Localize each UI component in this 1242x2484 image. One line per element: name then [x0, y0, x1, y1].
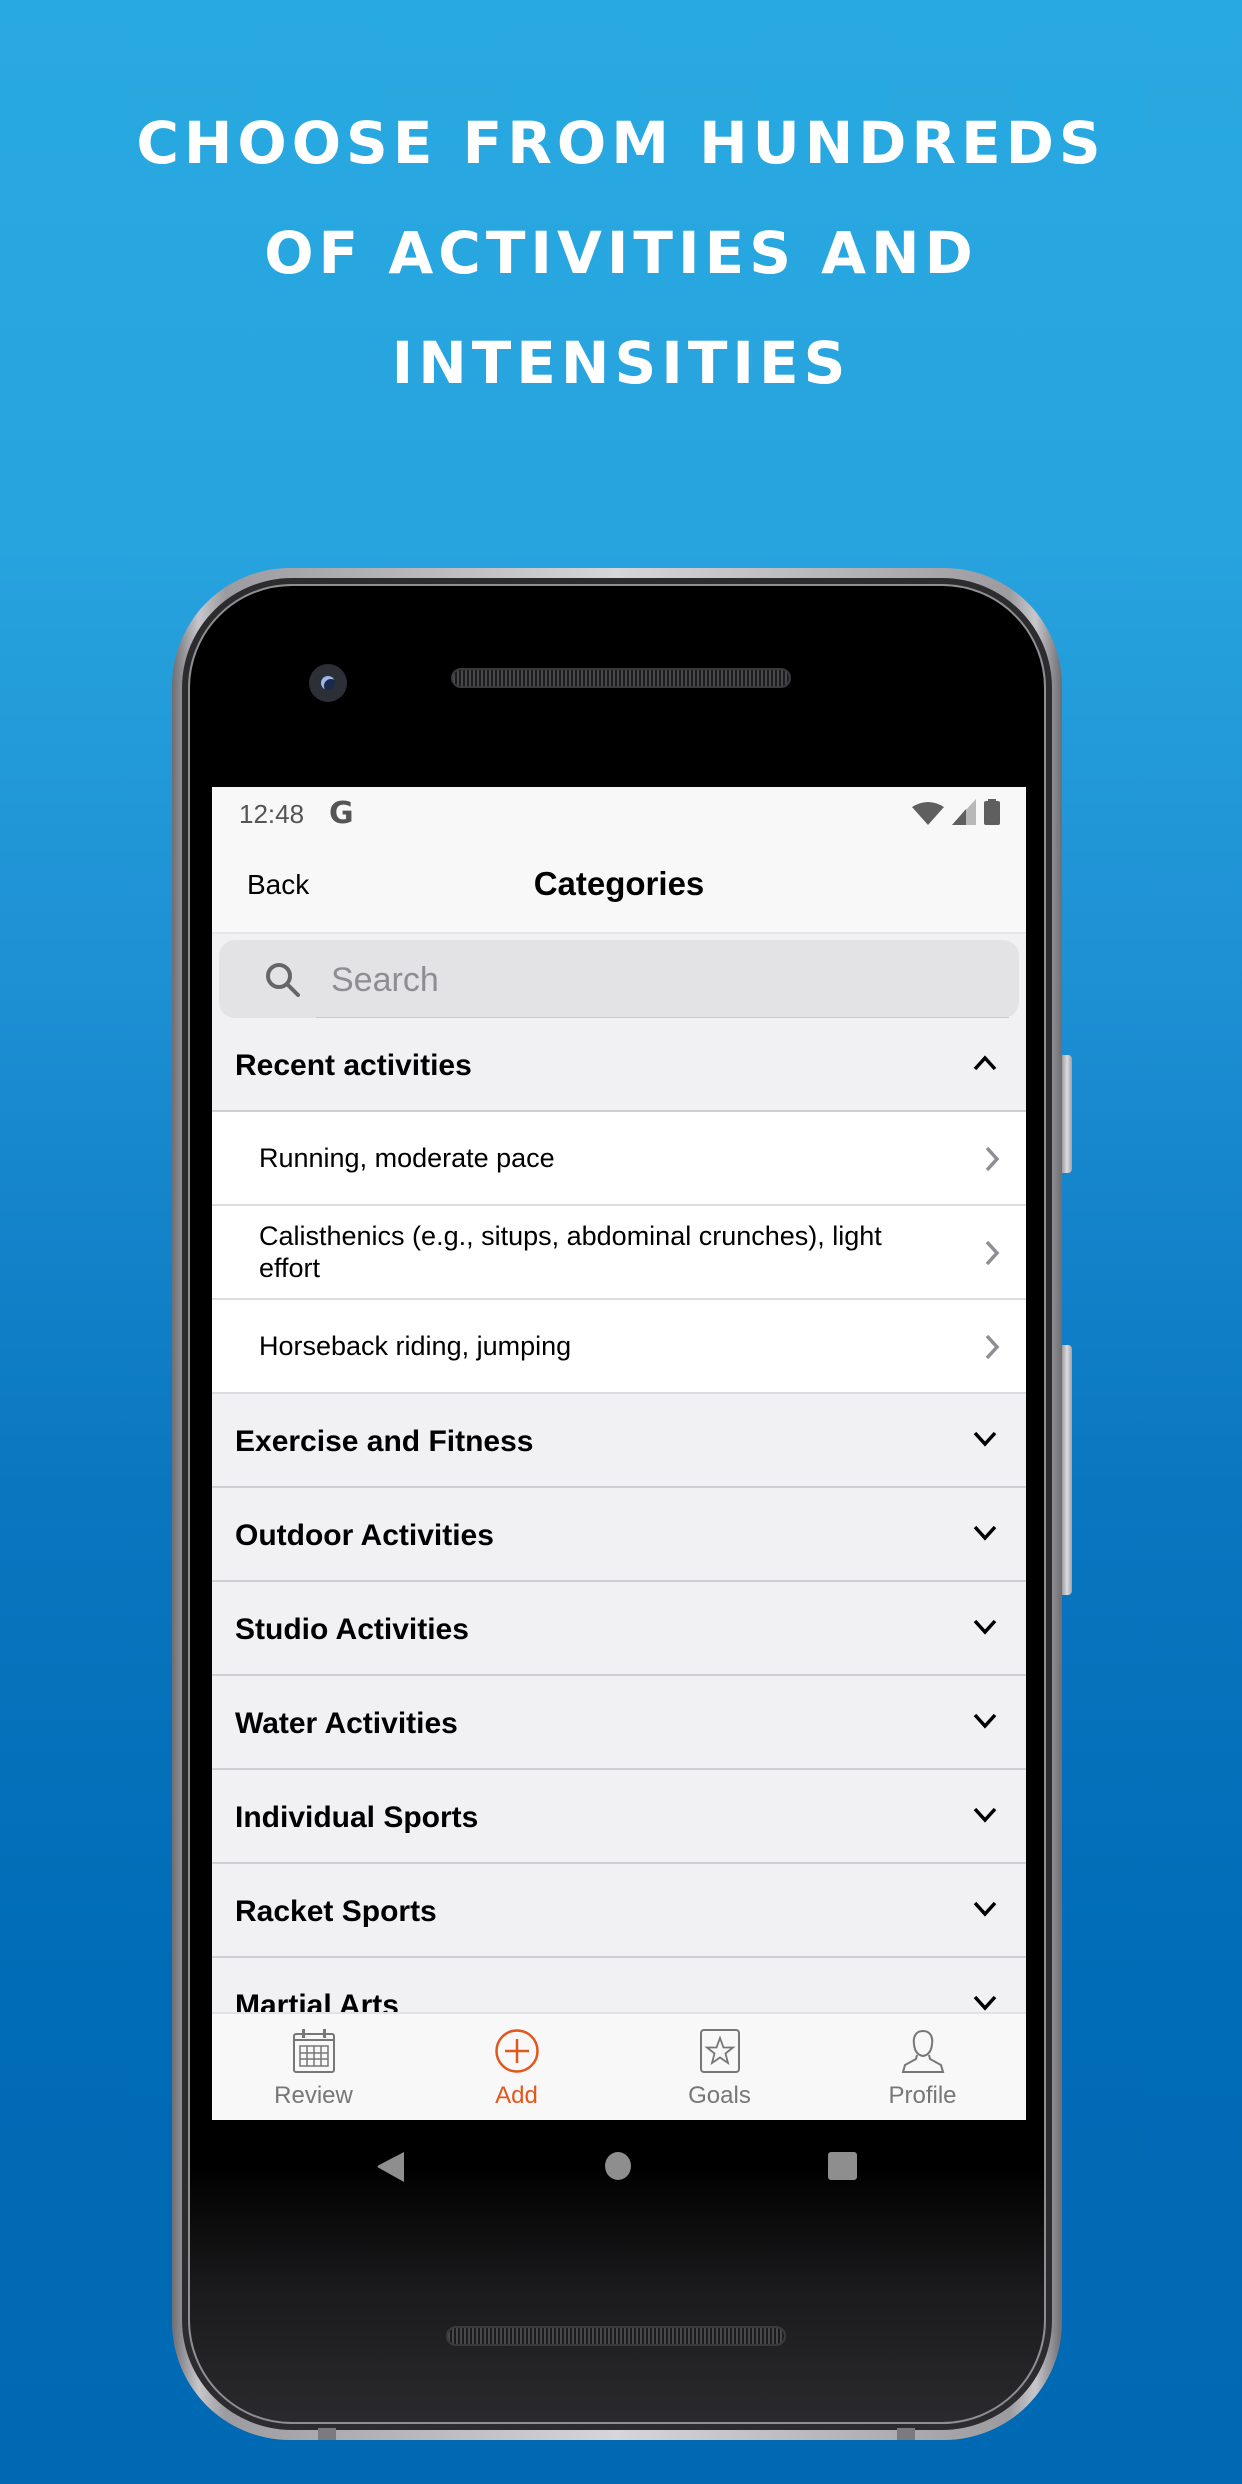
recents-square-icon[interactable] — [828, 2150, 858, 2180]
section-title: Outdoor Activities — [235, 1519, 494, 1552]
tab-review[interactable]: Review — [212, 2014, 415, 2120]
headline-line-3: INTENSITIES — [391, 329, 851, 397]
bottom-speaker — [446, 2326, 786, 2346]
section-title: Individual Sports — [235, 1801, 479, 1834]
section-title: Recent activities — [235, 1049, 472, 1082]
search-icon — [266, 963, 300, 997]
chevron-down-icon — [973, 1901, 997, 1917]
search-bar[interactable] — [219, 940, 1019, 1019]
back-triangle-icon[interactable] — [376, 2150, 406, 2184]
google-g-icon: G — [329, 796, 354, 831]
status-bar: 12:48 G — [212, 787, 1026, 835]
section-header-recent-activities[interactable]: Recent activities — [212, 1018, 1026, 1112]
chevron-down-icon — [973, 1713, 997, 1729]
section-header-water-activities[interactable]: Water Activities — [212, 1676, 1026, 1770]
navigation-bar: Back Categories — [212, 835, 1026, 934]
chevron-down-icon — [973, 1619, 997, 1635]
section-header-studio-activities[interactable]: Studio Activities — [212, 1582, 1026, 1676]
app-screen: 12:48 G Back Categories Search Recent ac… — [212, 787, 1026, 2120]
section-header-exercise-and-fitness[interactable]: Exercise and Fitness — [212, 1394, 1026, 1488]
section-header-outdoor-activities[interactable]: Outdoor Activities — [212, 1488, 1026, 1582]
tab-label: Profile — [888, 2082, 957, 2109]
activity-label: Horseback riding, jumping — [259, 1331, 572, 1361]
section-title: Racket Sports — [235, 1895, 437, 1928]
headline-line-2: OF ACTIVITIES AND — [264, 219, 978, 287]
promo-headline: CHOOSE FROM HUNDREDS OF ACTIVITIES AND I… — [0, 88, 1242, 418]
home-circle-icon[interactable] — [603, 2150, 633, 2180]
bottom-tab-bar: Review Add Goals Profile — [212, 2012, 1026, 2120]
section-title: Exercise and Fitness — [235, 1425, 534, 1458]
section-title: Studio Activities — [235, 1613, 469, 1646]
star-card-icon — [699, 2029, 740, 2073]
chevron-up-icon — [973, 1055, 997, 1071]
activity-label: Running, moderate pace — [259, 1143, 555, 1173]
tab-label: Goals — [688, 2082, 751, 2109]
chevron-right-icon — [985, 1240, 1000, 1266]
list-item-activity[interactable]: Running, moderate pace — [212, 1112, 1026, 1206]
search-input[interactable] — [329, 952, 993, 1008]
status-time: 12:48 — [239, 799, 305, 829]
list-item-activity[interactable]: Calisthenics (e.g., situps, abdominal cr… — [212, 1206, 1026, 1300]
page-title: Categories — [533, 865, 705, 902]
power-button — [1062, 1055, 1072, 1173]
chevron-right-icon — [985, 1334, 1000, 1360]
tab-profile[interactable]: Profile — [821, 2014, 1024, 2120]
chevron-down-icon — [973, 1807, 997, 1823]
section-header-racket-sports[interactable]: Racket Sports — [212, 1864, 1026, 1958]
headline-line-1: CHOOSE FROM HUNDREDS — [136, 109, 1106, 177]
battery-icon — [984, 799, 1000, 825]
plus-circle-icon — [494, 2029, 539, 2073]
person-icon — [901, 2029, 944, 2073]
front-camera — [309, 664, 347, 702]
list-item-activity[interactable]: Horseback riding, jumping — [212, 1300, 1026, 1394]
chevron-down-icon — [973, 1525, 997, 1541]
top-speaker — [451, 668, 791, 688]
tab-label: Add — [495, 2082, 538, 2109]
activity-label: Calisthenics (e.g., situps, abdominal cr… — [259, 1221, 882, 1283]
tab-add[interactable]: Add — [415, 2014, 618, 2120]
volume-button — [1062, 1345, 1072, 1595]
calendar-icon — [292, 2029, 335, 2073]
tab-label: Review — [274, 2082, 353, 2109]
chevron-down-icon — [973, 1431, 997, 1447]
tab-goals[interactable]: Goals — [618, 2014, 821, 2120]
wifi-icon — [912, 802, 944, 825]
chevron-right-icon — [985, 1146, 1000, 1172]
chevron-down-icon — [973, 1995, 997, 2011]
category-list: Recent activities Running, moderate pace… — [212, 1018, 1026, 2052]
section-header-individual-sports[interactable]: Individual Sports — [212, 1770, 1026, 1864]
section-title: Water Activities — [235, 1707, 458, 1740]
cell-signal-icon — [952, 799, 976, 825]
